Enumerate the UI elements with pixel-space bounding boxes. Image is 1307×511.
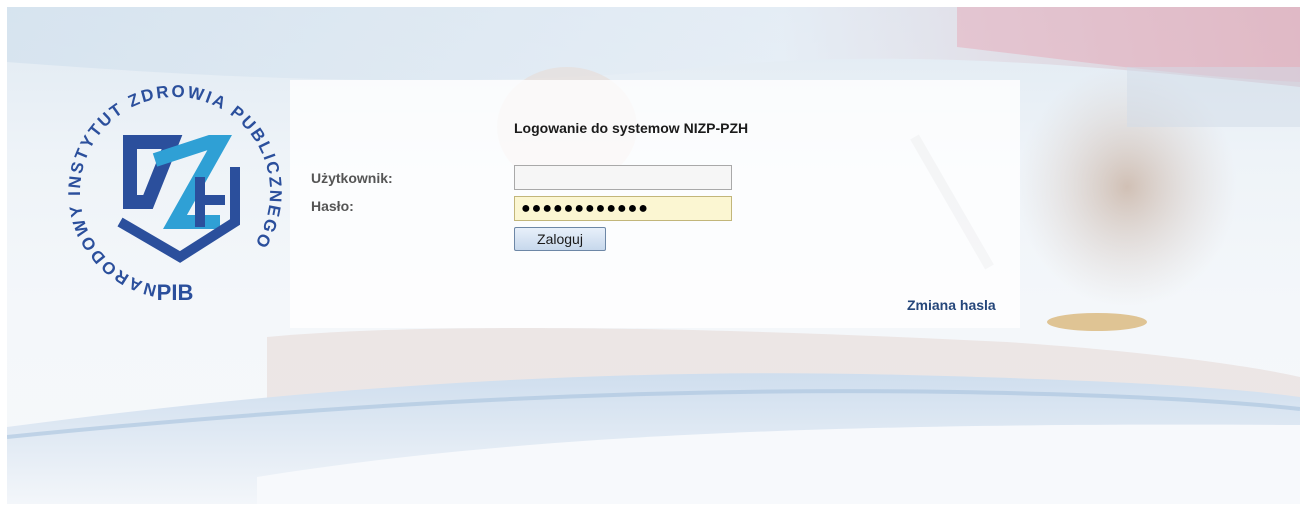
username-input[interactable] <box>514 165 732 190</box>
institute-logo: NARODOWY INSTYTUT ZDROWIA PUBLICZNEGO PI… <box>65 82 285 305</box>
login-title: Logowanie do systemow NIZP-PZH <box>514 120 749 136</box>
password-label: Hasło: <box>311 198 354 214</box>
change-password-link[interactable]: Zmiana hasla <box>907 297 996 313</box>
logo-pib-text: PIB <box>157 280 194 305</box>
password-input[interactable] <box>514 196 732 221</box>
pzh-monogram-icon <box>117 135 240 263</box>
username-label: Użytkownik: <box>311 170 393 186</box>
login-button[interactable]: Zaloguj <box>514 227 606 251</box>
svg-text:NARODOWY INSTYTUT ZDROWIA PUBL: NARODOWY INSTYTUT ZDROWIA PUBLICZNEGO <box>65 82 285 300</box>
logo-ring-text: NARODOWY INSTYTUT ZDROWIA PUBLICZNEGO <box>65 82 283 300</box>
